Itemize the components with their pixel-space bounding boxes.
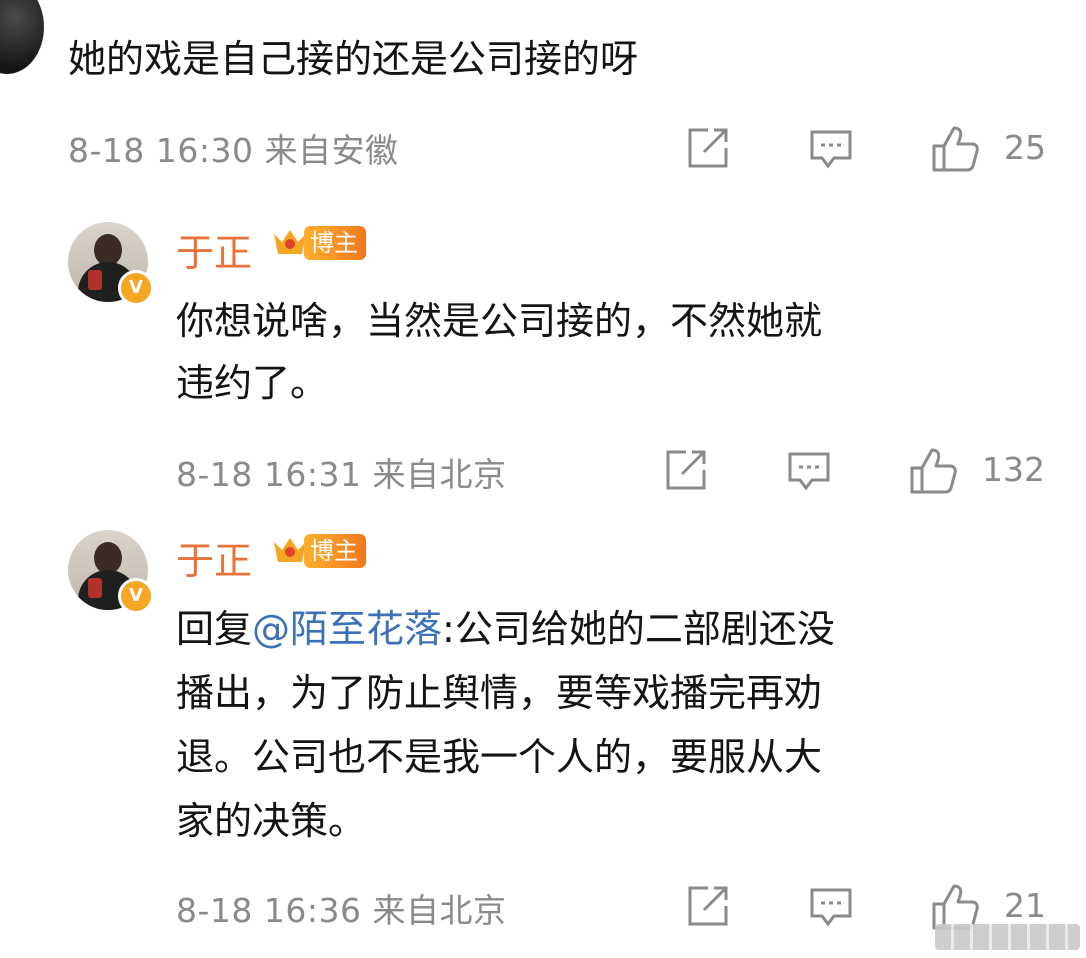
reply-username[interactable]: 于正 — [176, 530, 252, 585]
like-count: 25 — [1004, 128, 1046, 167]
reply-text-rest: :公司给她的二部剧还没 — [442, 607, 835, 651]
thumbs-up-icon[interactable] — [908, 446, 958, 496]
like-count: 21 — [1004, 886, 1046, 925]
reply-text-line: 家的决策。 — [176, 799, 367, 843]
comment-time: 8-18 16:30 — [68, 131, 254, 170]
share-icon[interactable] — [684, 884, 730, 930]
blogger-badge: 博主 — [304, 534, 366, 568]
reply-text-line: 回复@陌至花落:公司给她的二部剧还没 — [176, 598, 835, 660]
reply-username[interactable]: 于正 — [176, 222, 252, 277]
reply-meta: 8-18 16:31 来自北京 — [176, 448, 507, 496]
share-icon[interactable] — [684, 126, 730, 172]
reply-text-line: 退。公司也不是我一个人的，要服从大 — [176, 735, 823, 779]
reply-text-line: 违约了。 — [176, 361, 329, 405]
comment-text: 她的戏是自己接的还是公司接的呀 — [68, 37, 639, 81]
watermark — [935, 924, 1080, 950]
like-count: 132 — [982, 450, 1045, 489]
comment-icon[interactable] — [808, 126, 854, 172]
verified-v-icon: V — [118, 578, 154, 614]
reply-prefix: 回复 — [176, 607, 253, 651]
reply-time: 8-18 16:31 — [176, 455, 362, 494]
reply-meta: 8-18 16:36 来自北京 — [176, 884, 507, 932]
reply-location: 来自北京 — [372, 455, 507, 494]
reply-location: 来自北京 — [372, 891, 507, 930]
mention-link[interactable]: @陌至花落 — [252, 607, 442, 651]
reply-time: 8-18 16:36 — [176, 891, 362, 930]
share-icon[interactable] — [662, 448, 708, 494]
commenter-avatar[interactable] — [0, 0, 44, 74]
reply-text-line: 播出，为了防止舆情，要等戏播完再劝 — [176, 671, 823, 715]
reply-text-line: 你想说啥，当然是公司接的，不然她就 — [176, 299, 823, 343]
comment-meta: 8-18 16:30 来自安徽 — [68, 124, 399, 172]
comment-icon[interactable] — [786, 448, 832, 494]
blogger-badge: 博主 — [304, 226, 366, 260]
comment-icon[interactable] — [808, 884, 854, 930]
verified-v-icon: V — [118, 270, 154, 306]
thumbs-up-icon[interactable] — [930, 124, 980, 174]
comment-location: 来自安徽 — [264, 131, 399, 170]
